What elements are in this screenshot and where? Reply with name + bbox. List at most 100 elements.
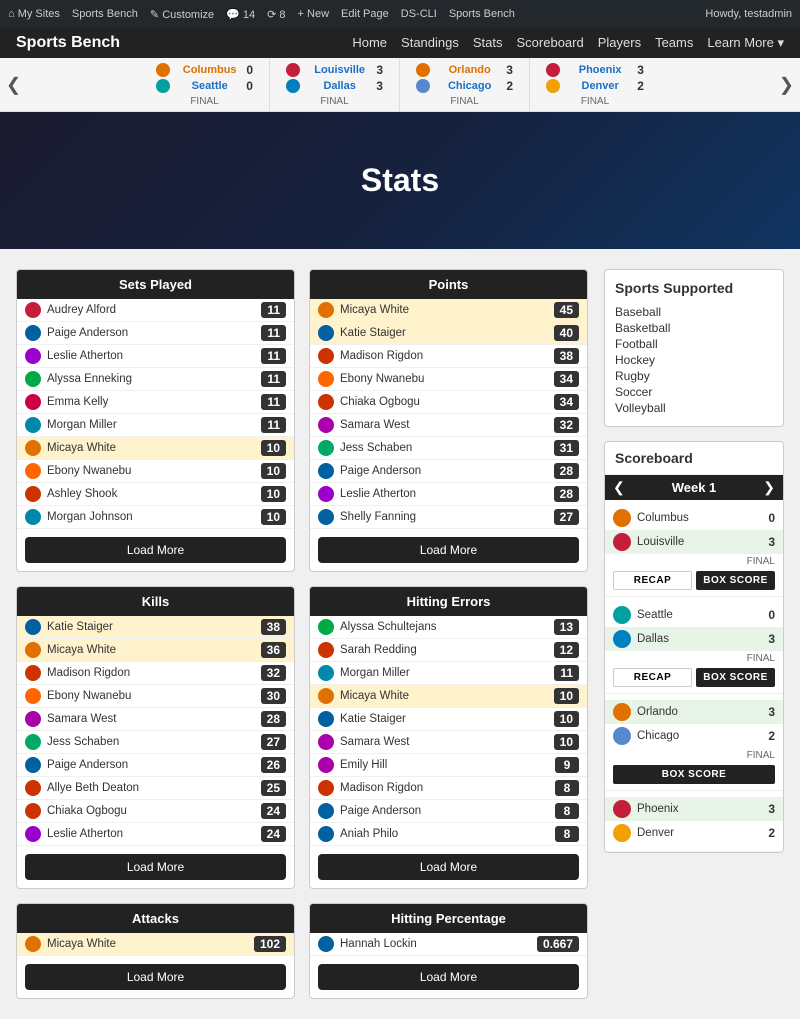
- ticker-status: FINAL: [546, 96, 644, 107]
- ticker-score: 0: [246, 63, 253, 77]
- admin-comments[interactable]: 💬 14: [226, 8, 255, 21]
- ticker-team-icon: [156, 79, 170, 93]
- points-load-more[interactable]: Load More: [318, 537, 579, 563]
- ticker-team-icon: [546, 79, 560, 93]
- player-icon: [318, 394, 334, 410]
- sport-soccer: Soccer: [615, 384, 773, 400]
- page-title: Stats: [20, 162, 780, 199]
- player-icon: [318, 780, 334, 796]
- admin-edit-page[interactable]: Edit Page: [341, 8, 389, 20]
- sb-score: 0: [768, 511, 775, 525]
- hitting-errors-row: Emily Hill9: [310, 754, 587, 777]
- sets-played-row: Alyssa Enneking11: [17, 368, 294, 391]
- admin-customize[interactable]: ✎ Customize: [150, 8, 214, 21]
- points-row: Ebony Nwanebu34: [310, 368, 587, 391]
- sets-played-header: Sets Played: [17, 270, 294, 299]
- kills-load-more[interactable]: Load More: [25, 854, 286, 880]
- points-row: Micaya White45: [310, 299, 587, 322]
- player-icon: [318, 688, 334, 704]
- player-icon: [25, 803, 41, 819]
- player-icon: [25, 734, 41, 750]
- admin-my-sites[interactable]: ⌂ My Sites: [8, 8, 60, 20]
- sb-team-icon: [613, 630, 631, 648]
- player-icon: [25, 665, 41, 681]
- nav-home[interactable]: Home: [352, 35, 387, 51]
- ticker-team-row: Seattle 0: [156, 78, 253, 94]
- player-icon: [318, 803, 334, 819]
- admin-sports-bench[interactable]: Sports Bench: [72, 8, 138, 20]
- site-header: Sports Bench Home Standings Stats Scoreb…: [0, 28, 800, 58]
- ticker-score: 3: [637, 63, 644, 77]
- points-row: Madison Rigdon38: [310, 345, 587, 368]
- player-icon: [318, 826, 334, 842]
- kills-row: Micaya White36: [17, 639, 294, 662]
- sb-recap-button[interactable]: RECAP: [613, 571, 692, 590]
- player-icon: [25, 371, 41, 387]
- admin-site-name[interactable]: Sports Bench: [449, 8, 515, 20]
- sb-team-name: Dallas: [637, 633, 768, 645]
- hitting-errors-row: Alyssa Schultejans13: [310, 616, 587, 639]
- ticker-left-arrow[interactable]: ❮: [6, 74, 21, 95]
- nav-standings[interactable]: Standings: [401, 35, 459, 51]
- ticker-game-1: Columbus 0 Seattle 0 FINAL: [140, 58, 270, 111]
- sports-supported-title: Sports Supported: [615, 280, 773, 296]
- sb-team-name: Chicago: [637, 730, 768, 742]
- admin-updates[interactable]: ⟳ 8: [267, 8, 285, 21]
- hitting-errors-row: Sarah Redding12: [310, 639, 587, 662]
- hitting-errors-row: Morgan Miller11: [310, 662, 587, 685]
- attacks-header: Attacks: [17, 904, 294, 933]
- sets-played-row: Audrey Alford11: [17, 299, 294, 322]
- kills-card: Kills Katie Staiger38 Micaya White36 Mad…: [16, 586, 295, 889]
- ticker-score: 2: [506, 79, 513, 93]
- week-next-button[interactable]: ❯: [763, 479, 775, 496]
- sb-recap-button[interactable]: RECAP: [613, 668, 692, 687]
- sb-team-row-winner: Dallas 3: [605, 627, 783, 651]
- sb-team-name: Seattle: [637, 609, 768, 621]
- sets-played-load-more[interactable]: Load More: [25, 537, 286, 563]
- nav-learn-more[interactable]: Learn More ▾: [707, 35, 784, 51]
- ticker-right-arrow[interactable]: ❯: [779, 74, 794, 95]
- sets-played-row: Morgan Miller11: [17, 414, 294, 437]
- hitting-pct-load-more[interactable]: Load More: [318, 964, 579, 990]
- week-prev-button[interactable]: ❮: [613, 479, 625, 496]
- sb-box-score-button[interactable]: BOX SCORE: [696, 668, 775, 687]
- kills-row: Paige Anderson26: [17, 754, 294, 777]
- sb-team-row-winner: Louisville 3: [605, 530, 783, 554]
- hitting-errors-header: Hitting Errors: [310, 587, 587, 616]
- admin-user: Howdy, testadmin: [705, 8, 792, 20]
- nav-scoreboard[interactable]: Scoreboard: [517, 35, 584, 51]
- kills-header: Kills: [17, 587, 294, 616]
- sport-hockey: Hockey: [615, 352, 773, 368]
- admin-ds-cli[interactable]: DS-CLI: [401, 8, 437, 20]
- site-logo[interactable]: Sports Bench: [16, 34, 120, 52]
- ticker-status: FINAL: [416, 96, 513, 107]
- sb-score: 2: [768, 826, 775, 840]
- hitting-errors-card: Hitting Errors Alyssa Schultejans13 Sara…: [309, 586, 588, 889]
- player-icon: [318, 417, 334, 433]
- sport-volleyball: Volleyball: [615, 400, 773, 416]
- ticker-team-row: Columbus 0: [156, 62, 253, 78]
- admin-new[interactable]: + New: [298, 8, 330, 20]
- nav-players[interactable]: Players: [598, 35, 641, 51]
- sb-box-score-button[interactable]: BOX SCORE: [696, 571, 775, 590]
- sb-game-2: Seattle 0 Dallas 3 FINAL RECAP BOX SCORE: [605, 597, 783, 694]
- ticker-team-name: Denver: [582, 80, 619, 92]
- attacks-load-more[interactable]: Load More: [25, 964, 286, 990]
- sets-played-row: Micaya White10: [17, 437, 294, 460]
- player-icon: [25, 463, 41, 479]
- sb-team-name: Orlando: [637, 706, 768, 718]
- nav-teams[interactable]: Teams: [655, 35, 693, 51]
- player-icon: [25, 688, 41, 704]
- sb-final: FINAL: [613, 653, 775, 664]
- sets-played-row: Paige Anderson11: [17, 322, 294, 345]
- scoreboard-widget: Scoreboard ❮ Week 1 ❯ Columbus 0 Louisvi…: [604, 441, 784, 853]
- sb-team-icon: [613, 727, 631, 745]
- nav-stats[interactable]: Stats: [473, 35, 503, 51]
- hitting-errors-load-more[interactable]: Load More: [318, 854, 579, 880]
- player-icon: [318, 757, 334, 773]
- sb-box-score-button[interactable]: BOX SCORE: [613, 765, 775, 784]
- ticker-team-icon: [546, 63, 560, 77]
- player-icon: [318, 665, 334, 681]
- sb-team-row: Chicago 2: [613, 724, 775, 748]
- sets-played-card: Sets Played Audrey Alford11 Paige Anders…: [16, 269, 295, 572]
